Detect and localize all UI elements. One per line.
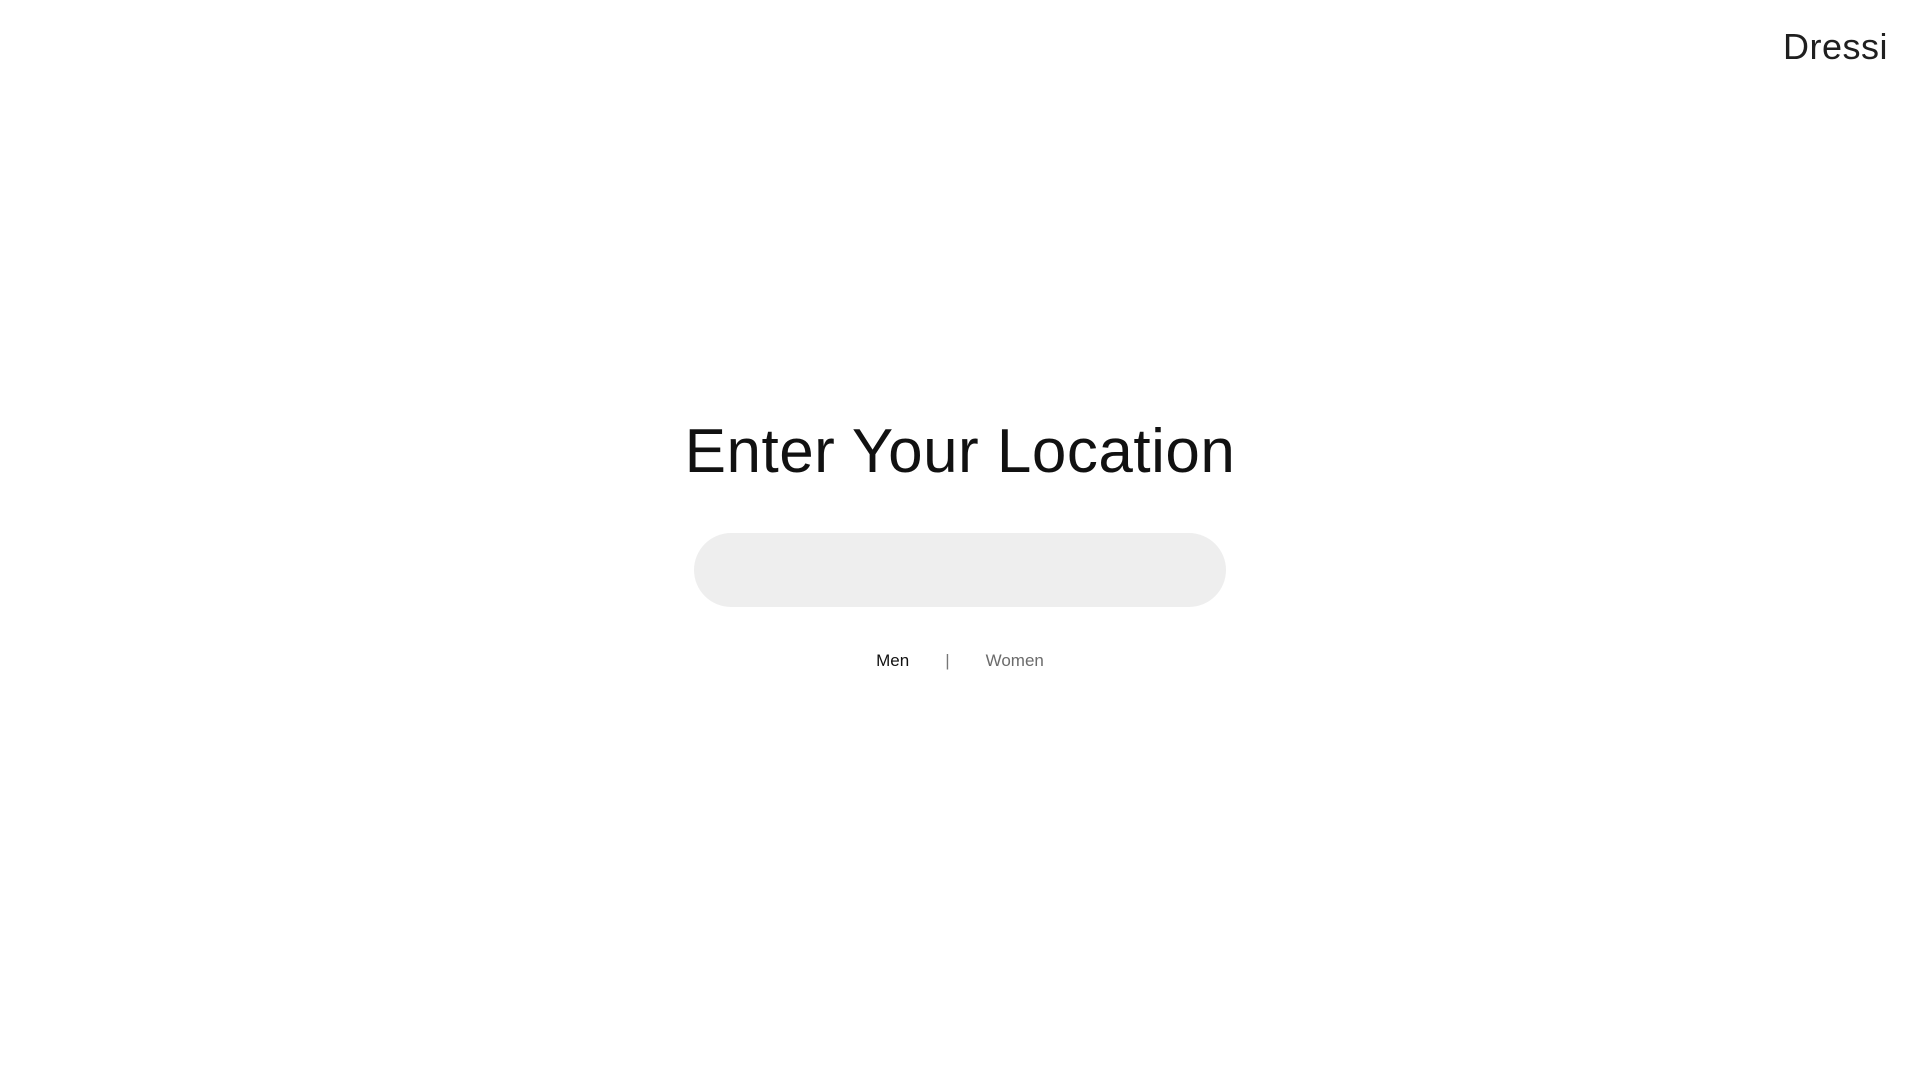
page-title: Enter Your Location [684,417,1236,486]
gender-separator: | [945,651,950,671]
gender-option-men[interactable]: Men [876,651,909,671]
brand-logo[interactable]: Dressi [1783,26,1888,68]
location-panel: Enter Your Location Men | Women [0,415,1920,671]
location-input[interactable] [694,533,1226,608]
gender-toggle: Men | Women [876,651,1044,671]
gender-option-women[interactable]: Women [986,651,1044,671]
page: Dressi Enter Your Location Men | Women [0,0,1920,1080]
